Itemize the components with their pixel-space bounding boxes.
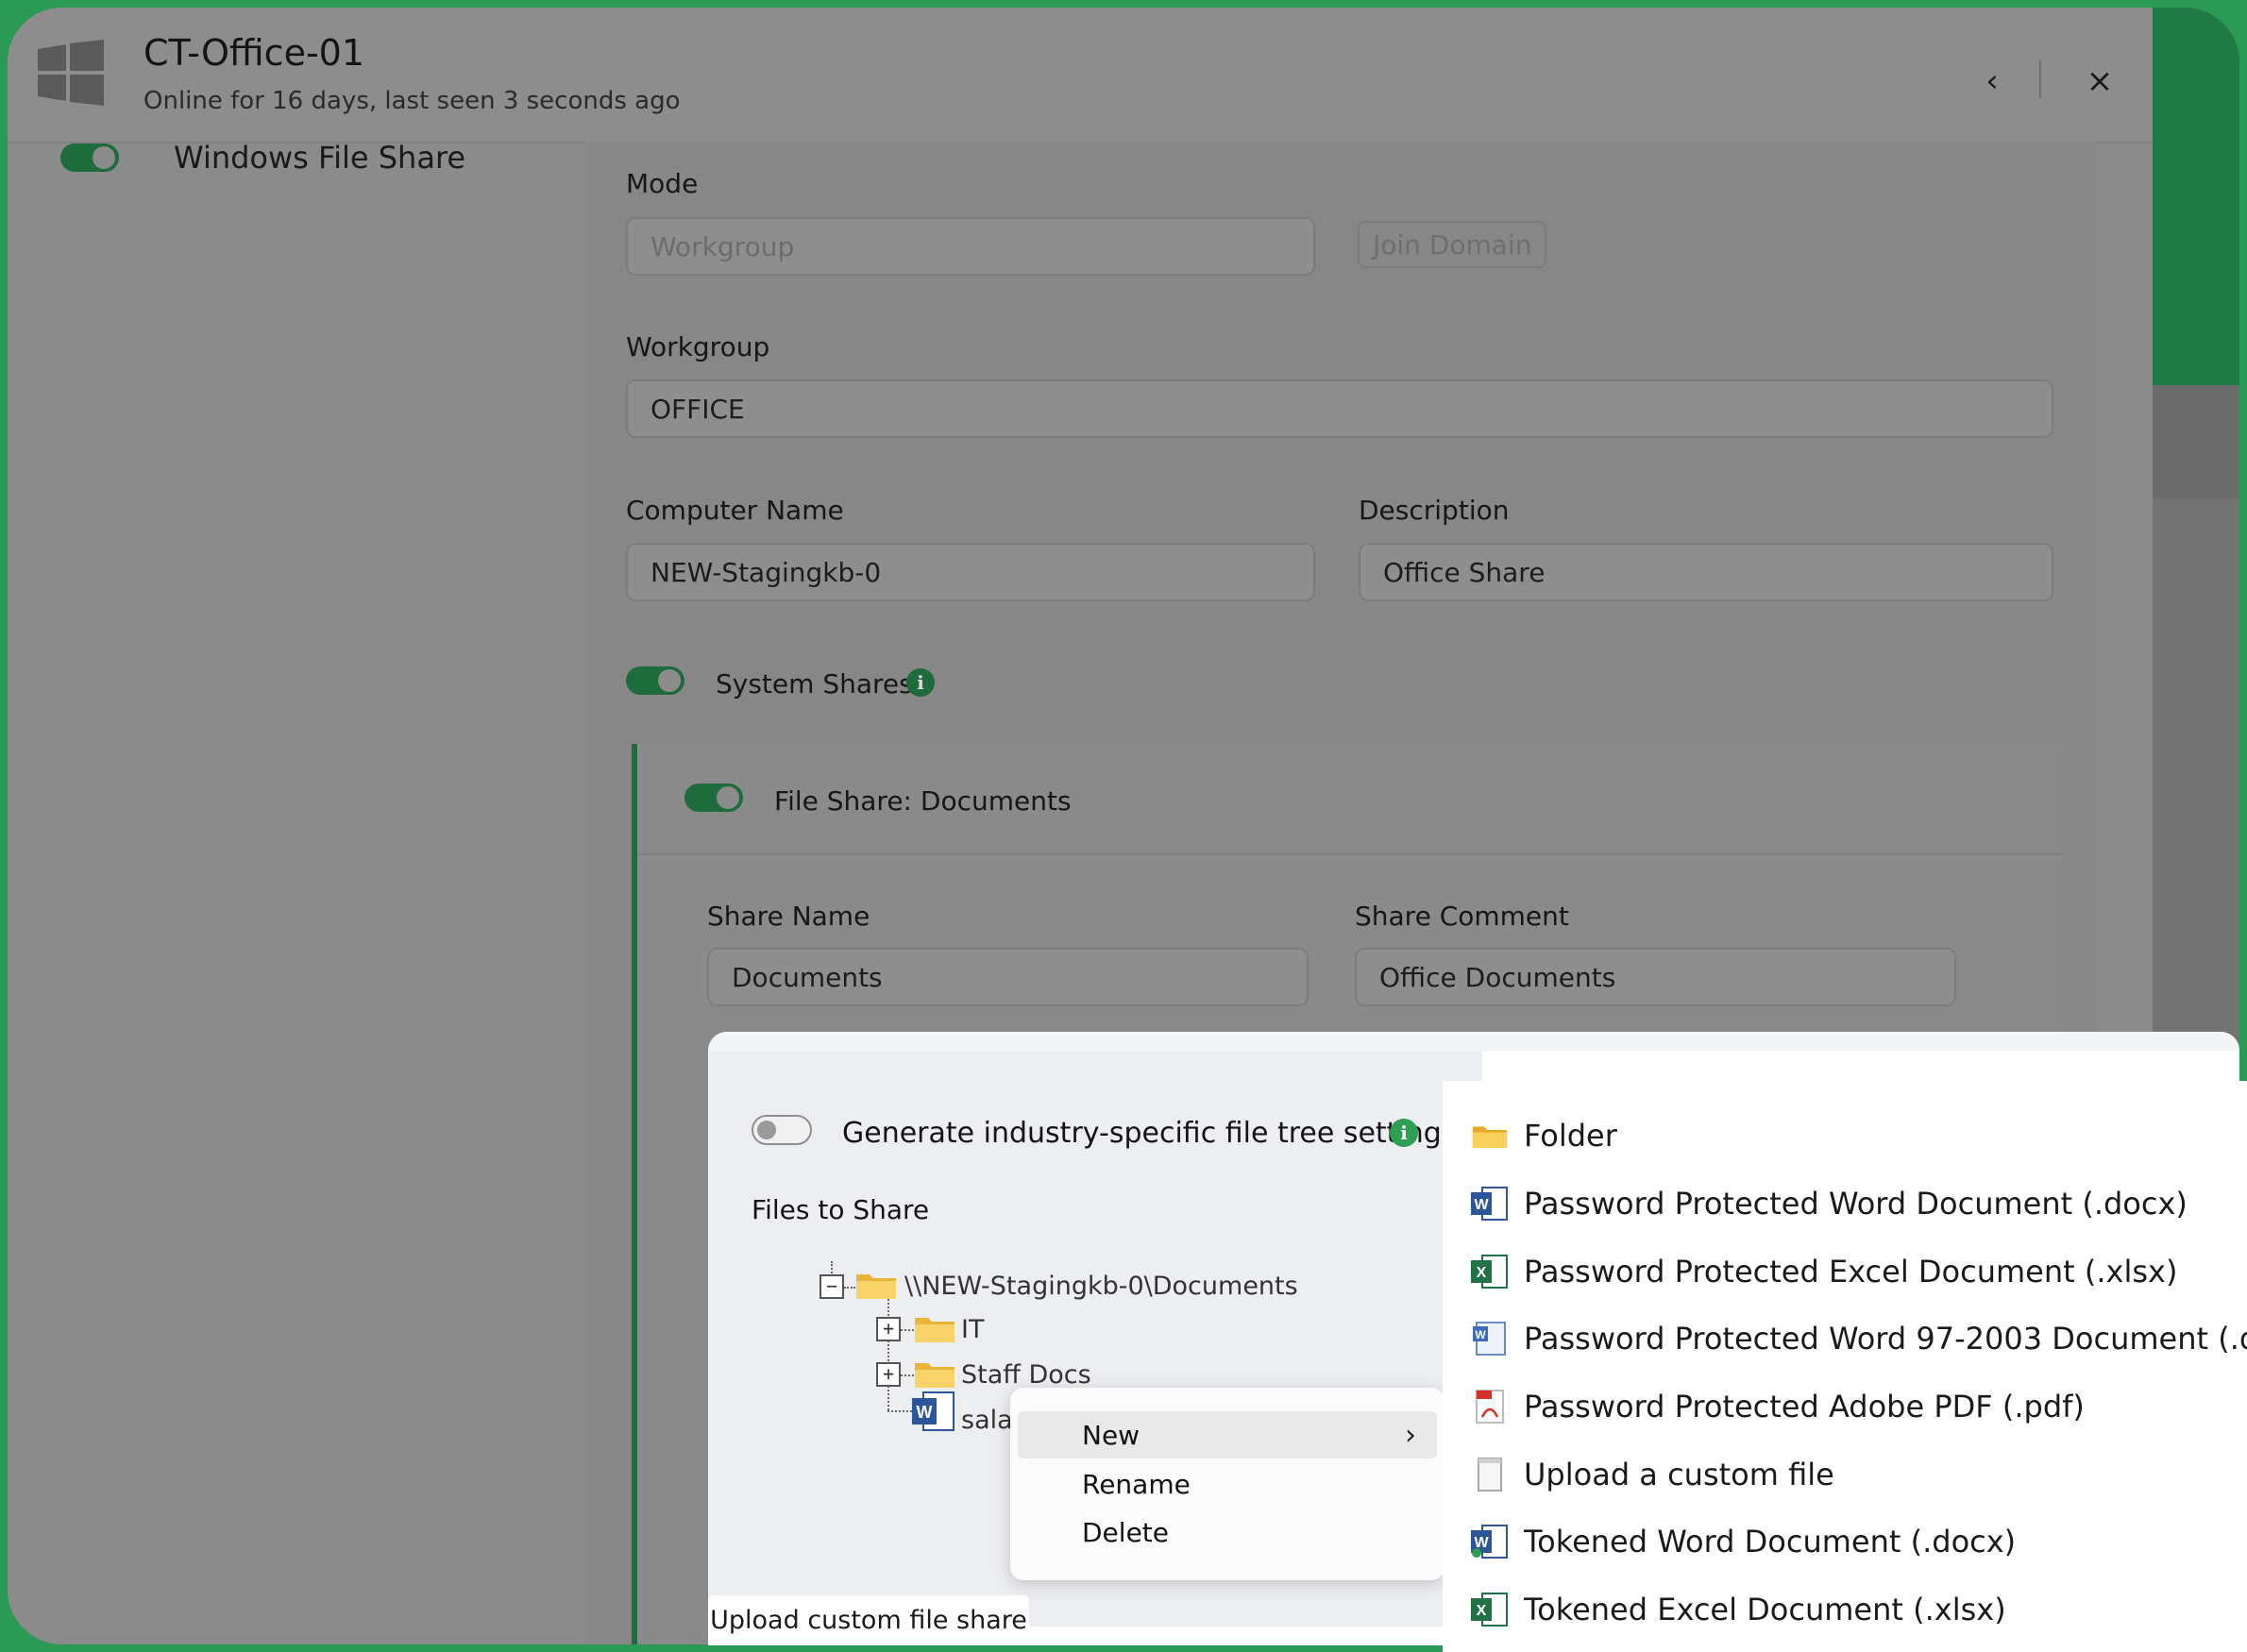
folder-icon (1471, 1117, 1509, 1155)
description-input[interactable]: Office Share (1359, 543, 2053, 601)
tree-line (901, 1329, 914, 1331)
context-menu: New › Rename Delete (1010, 1388, 1444, 1580)
tree-line (887, 1299, 889, 1410)
file-share-toggle[interactable] (684, 784, 743, 812)
service-toggle[interactable] (60, 143, 119, 172)
submenu-item-tokened-docx[interactable]: W Tokened Word Document (.docx) (1471, 1513, 2016, 1570)
collapse-icon[interactable]: − (819, 1274, 844, 1299)
word-icon: W (1471, 1523, 1509, 1560)
word-icon: W (1471, 1185, 1509, 1222)
submenu-item-label: Password Protected Word 97-2003 Document… (1524, 1321, 2247, 1357)
tree-item-label[interactable]: sala (961, 1406, 1013, 1435)
system-shares-toggle[interactable] (626, 666, 684, 695)
chevron-left-icon: ‹ (1985, 62, 1999, 100)
tree-line (887, 1410, 912, 1412)
expand-icon[interactable]: + (876, 1362, 901, 1387)
dialog-top-bar (708, 1032, 2239, 1051)
toggle-knob (658, 669, 681, 692)
word-icon: W (912, 1391, 955, 1431)
expand-icon[interactable]: + (876, 1317, 901, 1341)
system-shares-label: System Shares (716, 668, 913, 700)
submenu-item-upload-custom[interactable]: Upload a custom file (1471, 1446, 1834, 1503)
folder-icon (915, 1363, 955, 1388)
submenu-item-label: Password Protected Word Document (.docx) (1524, 1186, 2188, 1222)
submenu-item-folder[interactable]: Folder (1471, 1107, 1617, 1164)
toggle-knob (757, 1121, 776, 1139)
back-button[interactable]: ‹ (1964, 53, 2020, 110)
computer-name-input[interactable]: NEW-Stagingkb-0 (626, 543, 1315, 601)
upload-custom-file-share-button[interactable]: Upload custom file share (708, 1595, 1029, 1644)
files-to-share-label: Files to Share (752, 1194, 930, 1225)
description-label: Description (1359, 495, 1510, 526)
submenu-item-label: Tokened Excel Document (.xlsx) (1524, 1592, 2006, 1627)
generate-tree-toggle[interactable] (752, 1115, 812, 1145)
svg-text:X: X (1477, 1603, 1487, 1619)
new-item-submenu: Folder W Password Protected Word Documen… (1443, 1081, 2247, 1652)
chevron-right-icon: › (1405, 1418, 1416, 1452)
menu-item-label: New (1082, 1419, 1140, 1451)
background-panel (2153, 385, 2239, 498)
submenu-item-tokened-xlsx[interactable]: X Tokened Excel Document (.xlsx) (1471, 1581, 2006, 1638)
svg-text:W: W (1475, 1328, 1486, 1341)
device-status: Online for 16 days, last seen 3 seconds … (144, 87, 681, 115)
tree-root-label[interactable]: \\NEW-Stagingkb-0\Documents (904, 1272, 1298, 1301)
share-name-input[interactable]: Documents (707, 948, 1309, 1006)
excel-icon: X (1471, 1591, 1509, 1628)
blank-file-icon (1471, 1456, 1509, 1493)
submenu-item-label: Folder (1524, 1118, 1617, 1154)
service-label: Windows File Share (174, 140, 466, 176)
panel-header: CT-Office-01 Online for 16 days, last se… (8, 8, 2153, 143)
menu-item-rename[interactable]: Rename (1010, 1460, 1426, 1508)
tree-line (844, 1287, 855, 1289)
folder-icon (915, 1318, 955, 1342)
device-title: CT-Office-01 (144, 32, 365, 74)
folder-icon (856, 1274, 896, 1299)
header-divider (2039, 60, 2041, 98)
tree-item-label[interactable]: IT (961, 1315, 984, 1344)
menu-item-delete[interactable]: Delete (1010, 1509, 1426, 1556)
tree-item-label[interactable]: Staff Docs (961, 1360, 1091, 1390)
mode-label: Mode (626, 168, 699, 199)
excel-icon: X (1471, 1253, 1509, 1290)
computer-name-label: Computer Name (626, 495, 844, 526)
menu-item-new[interactable]: New › (1018, 1411, 1437, 1458)
submenu-item-protected-pdf[interactable]: Password Protected Adobe PDF (.pdf) (1471, 1378, 2085, 1435)
svg-text:W: W (1474, 1197, 1489, 1213)
submenu-item-protected-docx[interactable]: W Password Protected Word Document (.doc… (1471, 1175, 2188, 1232)
svg-text:W: W (917, 1403, 933, 1422)
background-accent (2153, 8, 2239, 385)
share-comment-label: Share Comment (1355, 901, 1569, 932)
generate-tree-label: Generate industry-specific file tree set… (842, 1117, 1457, 1150)
submenu-item-label: Password Protected Excel Document (.xlsx… (1524, 1254, 2178, 1290)
submenu-item-label: Upload a custom file (1524, 1457, 1834, 1492)
join-domain-option[interactable]: Join Domain (1358, 221, 1547, 268)
system-shares-info-icon[interactable]: i (906, 668, 935, 697)
pdf-icon (1471, 1388, 1509, 1425)
close-button[interactable]: × (2071, 53, 2128, 110)
close-icon: × (2086, 62, 2114, 100)
share-comment-input[interactable]: Office Documents (1355, 948, 1956, 1006)
workgroup-input[interactable]: OFFICE (626, 379, 2053, 438)
workgroup-label: Workgroup (626, 331, 770, 362)
toggle-knob (93, 146, 115, 169)
svg-text:X: X (1477, 1265, 1487, 1281)
submenu-item-protected-doc[interactable]: W Password Protected Word 97-2003 Docume… (1471, 1310, 2247, 1367)
generate-tree-info-icon[interactable]: i (1390, 1119, 1418, 1147)
windows-icon (38, 40, 104, 106)
share-name-label: Share Name (707, 901, 870, 932)
submenu-item-protected-xlsx[interactable]: X Password Protected Excel Document (.xl… (1471, 1243, 2177, 1300)
file-share-title: File Share: Documents (774, 785, 1072, 817)
submenu-item-label: Tokened Word Document (.docx) (1524, 1524, 2017, 1559)
mode-select[interactable]: Workgroup (626, 217, 1315, 276)
tree-line (901, 1374, 914, 1376)
submenu-item-label: Password Protected Adobe PDF (.pdf) (1524, 1389, 2085, 1424)
toggle-knob (717, 786, 739, 809)
word-doc-icon: W (1471, 1320, 1509, 1357)
